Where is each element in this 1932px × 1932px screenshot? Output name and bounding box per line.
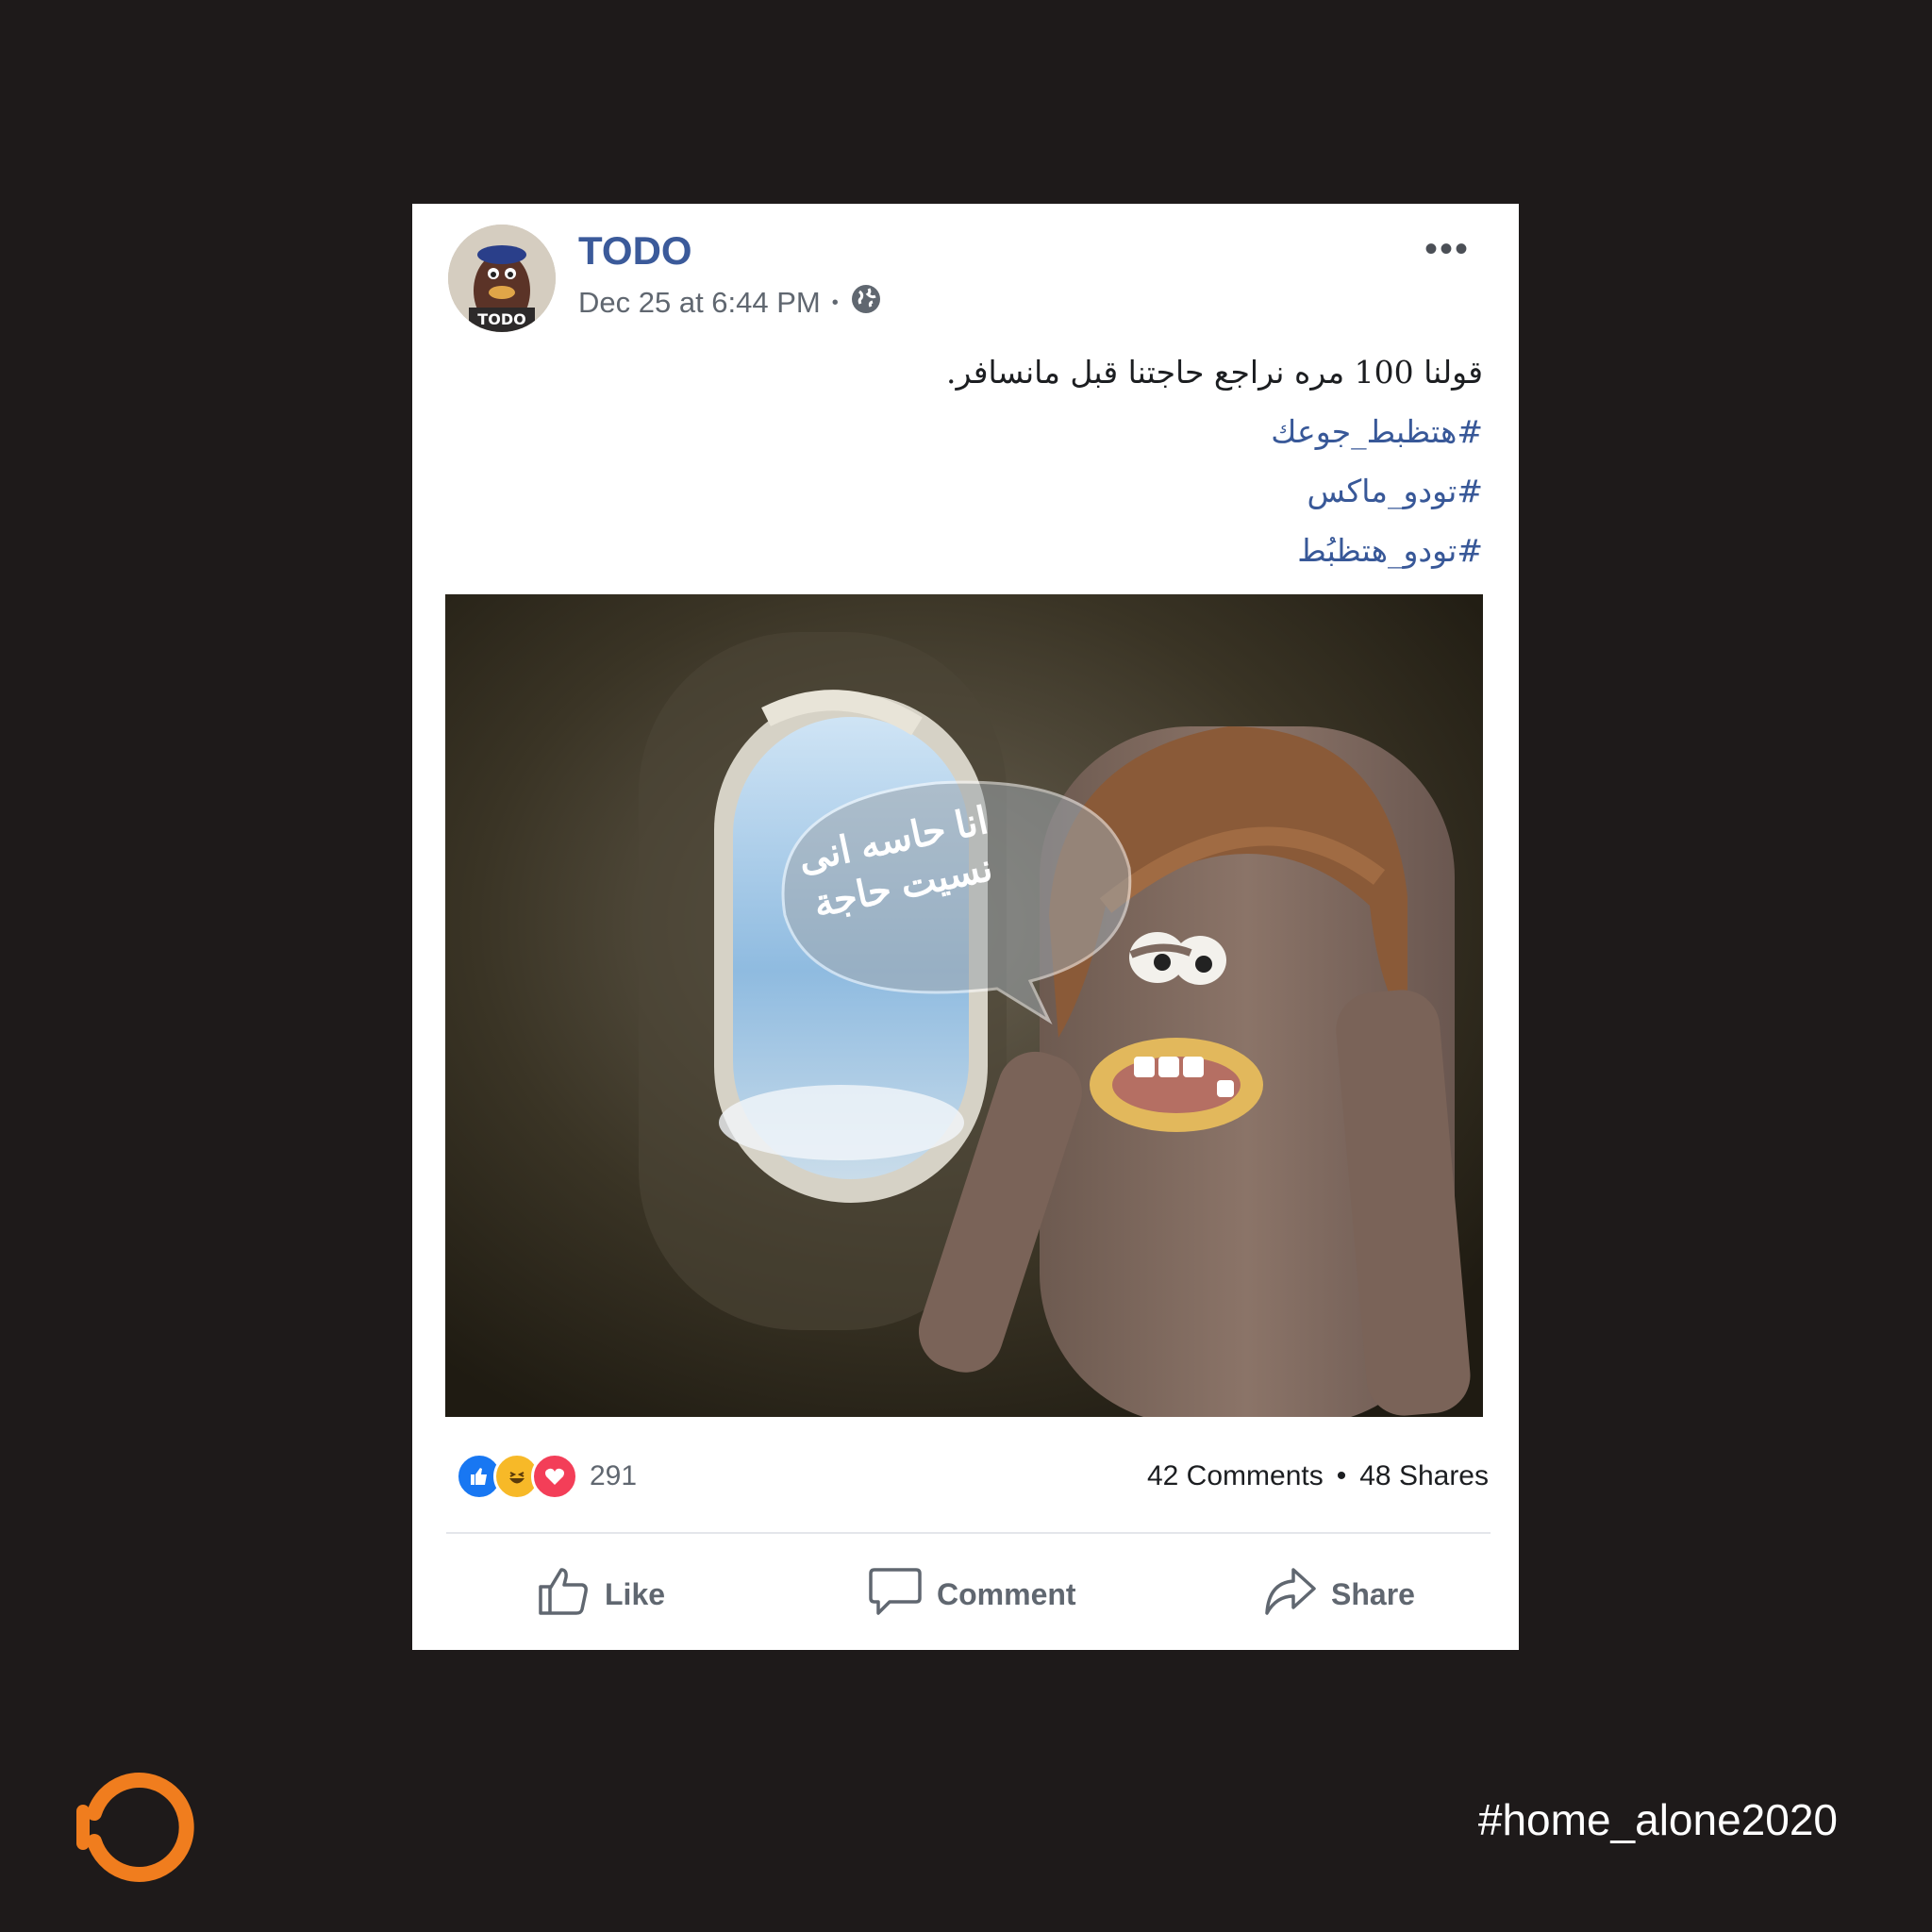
post-caption: قولنا 100 مره نراجع حاجتنا قبل مانسافر. … — [540, 343, 1483, 580]
hashtag-link[interactable]: #هتظبط_جوعك — [540, 402, 1483, 461]
hashtag-link[interactable]: #تودو_ماكس — [540, 461, 1483, 521]
love-reaction-icon — [531, 1453, 578, 1500]
post-actions-bar: Like Comment Share — [412, 1562, 1519, 1638]
thumbs-up-icon — [535, 1562, 591, 1626]
speech-bubble-icon — [867, 1562, 924, 1626]
comments-count[interactable]: 42 Comments — [1147, 1460, 1324, 1492]
share-button[interactable]: Share — [1261, 1562, 1415, 1626]
comment-button[interactable]: Comment — [867, 1562, 1076, 1626]
shares-count[interactable]: 48 Shares — [1359, 1460, 1489, 1492]
actions-divider — [446, 1532, 1491, 1534]
facebook-post-card: TODO TODO Dec 25 at 6:44 PM • ••• قولنا … — [412, 204, 1519, 1650]
reactions-summary[interactable]: 291 — [456, 1453, 637, 1500]
campaign-hashtag: #home_alone2020 — [1477, 1795, 1838, 1844]
svg-text:TODO: TODO — [477, 310, 525, 328]
share-label: Share — [1331, 1576, 1415, 1611]
post-timestamp[interactable]: Dec 25 at 6:44 PM — [578, 286, 821, 320]
more-options-button[interactable]: ••• — [1424, 228, 1470, 271]
post-meta: Dec 25 at 6:44 PM • — [578, 283, 882, 323]
caption-text: قولنا 100 مره نراجع حاجتنا قبل مانسافر. — [946, 354, 1483, 391]
share-arrow-icon — [1261, 1562, 1318, 1626]
comment-label: Comment — [937, 1576, 1076, 1611]
like-button[interactable]: Like — [535, 1562, 665, 1626]
meta-separator: • — [831, 291, 839, 313]
author-name[interactable]: TODO — [578, 228, 692, 274]
brand-logo-icon — [74, 1766, 196, 1893]
reaction-count: 291 — [590, 1460, 638, 1491]
like-label: Like — [605, 1576, 666, 1611]
post-stats: 291 42 Comments • 48 Shares — [412, 1447, 1519, 1504]
engagement-counts: 42 Comments • 48 Shares — [1147, 1460, 1489, 1492]
post-image[interactable]: انا حاسه انى نسيت حاجة — [445, 594, 1483, 1417]
globe-icon[interactable] — [850, 283, 882, 323]
counts-separator: • — [1336, 1460, 1347, 1491]
author-avatar[interactable]: TODO — [448, 225, 556, 332]
hashtag-link[interactable]: #تودو_هتظبُط — [540, 521, 1483, 580]
